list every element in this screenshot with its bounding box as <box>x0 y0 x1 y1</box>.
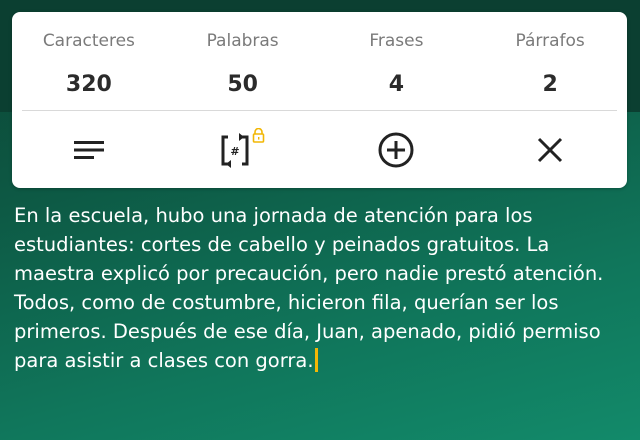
stat-sentences: Frases 4 <box>320 12 474 110</box>
stat-label: Palabras <box>206 31 279 51</box>
stat-characters: Caracteres 320 <box>12 12 166 110</box>
counter-mode-icon: # <box>221 127 264 168</box>
stat-value: 320 <box>65 72 112 97</box>
close-icon <box>538 137 563 162</box>
add-button[interactable] <box>320 130 474 170</box>
stat-paragraphs: Párrafos 2 <box>473 12 627 110</box>
stats-card: Caracteres 320 Palabras 50 Frases 4 Párr… <box>12 12 627 188</box>
stat-label: Frases <box>369 31 424 51</box>
stat-label: Párrafos <box>515 31 585 51</box>
stat-words: Palabras 50 <box>166 12 320 110</box>
format-button[interactable] <box>12 136 166 164</box>
format-align-icon <box>73 140 104 159</box>
lock-icon <box>252 127 264 143</box>
text-caret <box>314 348 318 372</box>
stat-value: 50 <box>227 72 258 97</box>
stat-value: 2 <box>542 72 558 97</box>
counter-mode-button[interactable]: # <box>166 127 320 172</box>
editor-text: En la escuela, hubo una jornada de atenc… <box>14 204 604 372</box>
toolbar: # <box>12 111 627 188</box>
add-circle-icon <box>378 132 414 167</box>
stats-row: Caracteres 320 Palabras 50 Frases 4 Párr… <box>12 12 627 110</box>
svg-text:#: # <box>230 145 239 158</box>
close-button[interactable] <box>473 135 627 165</box>
stat-value: 4 <box>388 72 405 97</box>
text-editor[interactable]: En la escuela, hubo una jornada de atenc… <box>14 201 626 375</box>
stat-label: Caracteres <box>42 31 135 51</box>
